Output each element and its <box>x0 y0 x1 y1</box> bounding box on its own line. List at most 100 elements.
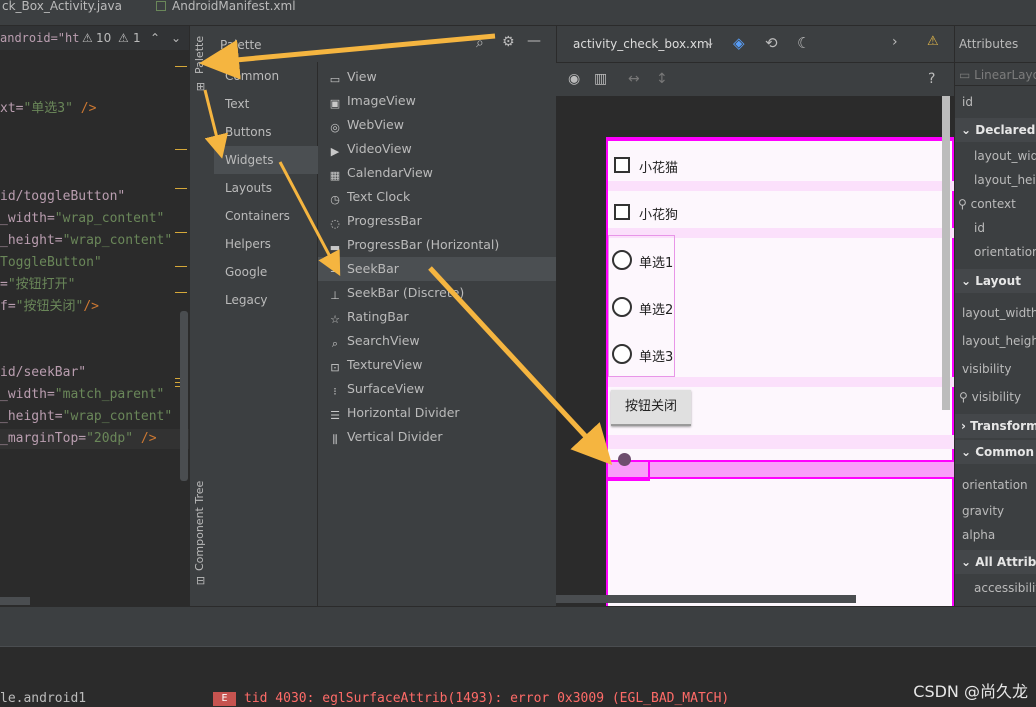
layout-file-selector[interactable]: activity_check_box.xml <box>573 37 712 51</box>
chevron-right-icon[interactable]: › <box>892 34 898 50</box>
palette-item-seekbar-discrete[interactable]: ⊥ SeekBar (Discrete) <box>318 281 556 305</box>
seekbar-thumb[interactable] <box>618 453 631 466</box>
attr-row[interactable]: layout_width <box>955 144 1036 168</box>
palette-side-tab[interactable]: Palette <box>193 36 206 74</box>
progressbar-horizontal-icon: ▬ <box>329 241 341 254</box>
palette-item-calendarview[interactable]: ▦ CalendarView <box>318 161 556 185</box>
attr-row-tool[interactable]: ⚲ visibility <box>955 385 1036 409</box>
design-toolbar-secondary: ◉ ▥ ↔ ↕ ? <box>556 62 954 96</box>
canvas-horizontal-scrollbar[interactable] <box>556 595 856 603</box>
palette-item-ratingbar[interactable]: ☆ RatingBar <box>318 305 556 329</box>
editor-scrollbar[interactable] <box>180 311 188 481</box>
code-line: id/toggleButton" <box>0 189 126 204</box>
warning-icon[interactable]: ⚠ <box>927 34 939 49</box>
attr-row[interactable]: id <box>955 216 1036 240</box>
chevron-down-icon: ⌄ <box>961 123 976 137</box>
palette-category-text[interactable]: Text <box>214 90 318 118</box>
android-studio-window: ck_Box_Activity.java AndroidManifest.xml… <box>0 0 1036 707</box>
design-canvas[interactable]: 小花猫 小花狗 单选1 单选2 单选3 按钮关闭 <box>556 96 954 606</box>
ratingbar-icon: ☆ <box>330 313 340 326</box>
chevron-down-icon: ⌄ <box>961 555 976 569</box>
attr-section-layout[interactable]: ⌄ Layout <box>955 269 1036 293</box>
palette-item-videoview[interactable]: ▶ VideoView <box>318 137 556 161</box>
checkbox-cat[interactable] <box>614 157 630 173</box>
attr-section-all[interactable]: ⌄ All Attribu <box>955 550 1036 574</box>
attr-row[interactable]: layout_width <box>955 301 1036 325</box>
component-selector[interactable]: ▭ LinearLayo <box>955 62 1036 86</box>
palette-item-label: Vertical Divider <box>347 429 443 444</box>
eye-icon[interactable]: ◉ <box>568 71 580 87</box>
attr-row[interactable]: orientation <box>955 473 1036 497</box>
attr-row[interactable]: orientation <box>955 240 1036 264</box>
radio-2[interactable] <box>612 297 632 317</box>
radio-3[interactable] <box>612 344 632 364</box>
device-preview[interactable]: 小花猫 小花狗 单选1 单选2 单选3 按钮关闭 <box>606 139 954 606</box>
attr-row[interactable]: layout_height <box>955 329 1036 353</box>
palette-item-label: View <box>347 69 377 84</box>
palette-item-horizontal-divider[interactable]: ☰ Horizontal Divider <box>318 401 556 425</box>
search-icon[interactable]: ⌕ <box>476 35 484 51</box>
palette-item-progressbar[interactable]: ◌ ProgressBar <box>318 209 556 233</box>
palette-item-searchview[interactable]: ⌕ SearchView <box>318 329 556 353</box>
code-line: _width="match_parent" <box>0 387 165 402</box>
attr-row[interactable]: id <box>955 90 1036 114</box>
attributes-panel: Attributes ▭ LinearLayo id ⌄ Declared A … <box>954 26 1036 606</box>
palette-category-helpers[interactable]: Helpers <box>214 230 318 258</box>
palette-item-progressbar-horizontal[interactable]: ▬ ProgressBar (Horizontal) <box>318 233 556 257</box>
palette-item-surfaceview[interactable]: ⁝ SurfaceView <box>318 377 556 401</box>
gutter-change-marker <box>175 66 187 67</box>
palette-category-buttons[interactable]: Buttons <box>214 118 318 146</box>
palette-item-webview[interactable]: ◎ WebView <box>318 113 556 137</box>
attr-section-common[interactable]: ⌄ Common <box>955 440 1036 464</box>
attr-row[interactable]: layout_heigh <box>955 168 1036 192</box>
checkbox-dog-label: 小花狗 <box>639 208 679 223</box>
component-tree-side-tab[interactable]: Component Tree <box>193 481 206 571</box>
palette-item-imageview[interactable]: ▣ ImageView <box>318 89 556 113</box>
toggle-button[interactable]: 按钮关闭 <box>611 390 691 426</box>
horizontal-resize-icon[interactable]: ↔ <box>628 71 640 87</box>
canvas-vertical-scrollbar[interactable] <box>942 96 950 410</box>
editor-horizontal-scrollbar[interactable] <box>0 597 30 605</box>
chevron-down-icon[interactable]: ⌄ <box>171 26 181 50</box>
palette-category-legacy[interactable]: Legacy <box>214 286 318 314</box>
minimize-icon[interactable]: — <box>527 33 541 49</box>
checkbox-dog[interactable] <box>614 204 630 220</box>
attr-row[interactable]: accessibility <box>955 576 1036 600</box>
help-icon[interactable]: ? <box>928 71 935 87</box>
palette-item-seekbar[interactable]: ⊸ SeekBar <box>318 257 556 281</box>
attr-row[interactable]: alpha <box>955 523 1036 547</box>
palette-title: Palette <box>220 38 262 52</box>
orientation-icon[interactable]: ⟲ <box>765 34 778 52</box>
palette-item-textclock[interactable]: ◷ Text Clock <box>318 185 556 209</box>
attr-section-declared[interactable]: ⌄ Declared A <box>955 118 1036 142</box>
attr-row-tool[interactable]: ⚲ context <box>955 192 1036 216</box>
vertical-resize-icon[interactable]: ↕ <box>656 71 668 87</box>
chevron-up-icon[interactable]: ⌃ <box>150 26 160 50</box>
attr-row[interactable]: visibility <box>955 357 1036 381</box>
code-editor[interactable]: android="ht ⚠ 10 ⚠ 1 ⌃ ⌄ xt="单选3" /> id/… <box>0 26 189 606</box>
attr-section-transform[interactable]: › Transform <box>955 414 1036 438</box>
tab-check-box-activity[interactable]: ck_Box_Activity.java <box>2 0 122 14</box>
layers-icon[interactable]: ◈ <box>733 34 745 52</box>
palette-item-vertical-divider[interactable]: ⫼ Vertical Divider <box>318 425 556 449</box>
blueprint-icon[interactable]: ▥ <box>594 71 607 87</box>
palette-category-containers[interactable]: Containers <box>214 202 318 230</box>
palette-item-label: SearchView <box>347 333 420 348</box>
chevron-down-icon[interactable]: ⌄ <box>705 35 715 49</box>
palette-categories: Common Text Buttons Widgets Layouts Cont… <box>214 62 318 606</box>
palette-item-textureview[interactable]: ⊡ TextureView <box>318 353 556 377</box>
warning-icon[interactable]: ⚠ <box>82 26 93 50</box>
palette-category-google[interactable]: Google <box>214 258 318 286</box>
palette-category-widgets[interactable]: Widgets <box>214 146 318 174</box>
seekbar-selection[interactable] <box>606 460 954 479</box>
palette-category-layouts[interactable]: Layouts <box>214 174 318 202</box>
gear-icon[interactable]: ⚙ <box>502 34 515 50</box>
weak-warning-icon[interactable]: ⚠ <box>118 26 129 50</box>
night-mode-icon[interactable]: ☾ <box>797 34 810 52</box>
tab-android-manifest[interactable]: AndroidManifest.xml <box>156 0 296 14</box>
palette-category-common[interactable]: Common <box>214 62 318 90</box>
radio-1[interactable] <box>612 250 632 270</box>
code-line: ToggleButton" <box>0 255 102 270</box>
attr-row[interactable]: gravity <box>955 499 1036 523</box>
palette-item-view[interactable]: ▭ View <box>318 65 556 89</box>
